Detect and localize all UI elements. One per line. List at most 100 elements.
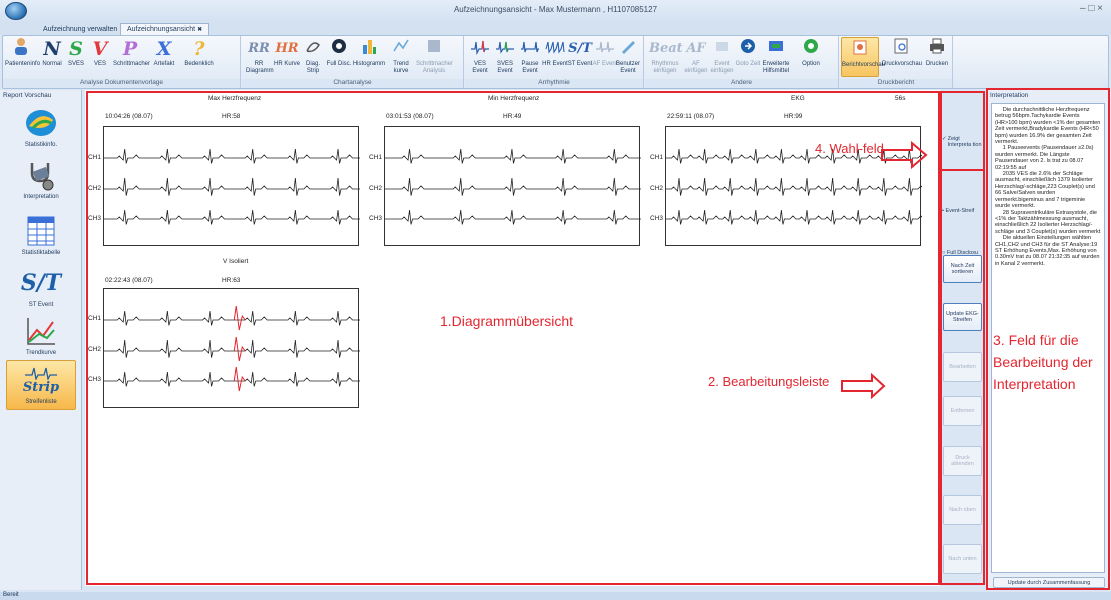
event-insert-button[interactable]: Event einfügen [709, 37, 735, 77]
ecg-trace [666, 209, 925, 225]
edit-button[interactable]: Bearbeiten [943, 352, 982, 382]
hr-event-button[interactable]: HR Event [542, 37, 568, 77]
tab-close-icon[interactable]: ✖ [197, 27, 202, 33]
pacemaker-button[interactable]: P Schrittmacher [113, 37, 150, 77]
channel-label: CH3 [650, 215, 664, 222]
ves-event-button[interactable]: VES Event [467, 37, 493, 77]
column-title-v-isolated: V Isoliert [223, 258, 249, 265]
ribbon: Patienteninfo N Normal S SVES V VES P Schrit… [2, 35, 1109, 89]
pause-event-button[interactable]: Pause Event [517, 37, 543, 77]
pacemaker-analysis-button[interactable]: Schrittmacher Analysis [416, 37, 453, 77]
ribbon-group-chart-analysis: RR RR Diagramm HR HR Kurve Diag. Strip Ful… [242, 36, 464, 88]
rr-diagram-button[interactable]: RR RR Diagramm [246, 37, 274, 77]
nav-item-strip-list[interactable]: Strip Streifenliste [6, 360, 76, 410]
ecg-ves-highlight [233, 336, 246, 362]
event-insert-icon [709, 37, 735, 61]
sves-button[interactable]: S SVES [63, 37, 89, 77]
annotation-label-1: 1.Diagrammübersicht [440, 313, 574, 329]
window-controls[interactable]: – □ × [1080, 3, 1103, 14]
print-preview-icon [882, 37, 920, 61]
nav-item-trend-curve[interactable]: Trendkurve [6, 314, 76, 356]
sort-by-time-button[interactable]: Nach Zeit sortieren [943, 255, 982, 283]
diag-strip-button[interactable]: Diag. Strip [300, 37, 326, 77]
normal-button[interactable]: N Normal [39, 37, 65, 77]
table-icon [23, 214, 59, 248]
print-button[interactable]: Drucken [923, 37, 951, 77]
questionable-button[interactable]: ? Bedenklich [181, 37, 217, 77]
tools-icon [759, 37, 793, 61]
st-event-button[interactable]: S/T ST Event [567, 37, 593, 77]
artifact-button[interactable]: X Artefakt [149, 37, 179, 77]
strip-hr: HR:49 [503, 113, 522, 120]
ecg-trace [104, 310, 360, 326]
nav-item-st-event[interactable]: S/T ST Event [6, 266, 76, 308]
report-preview-button[interactable]: Berichtvorschau [841, 37, 885, 77]
ecg-ves-highlight [233, 366, 246, 392]
event-strip-radio[interactable]: • Event-Streif [942, 208, 986, 214]
channel-label: CH1 [88, 154, 102, 161]
nav-item-statistics-info[interactable]: Statistikinfo. [6, 106, 76, 148]
nav-item-statistics-table[interactable]: Statistiktabelle [6, 214, 76, 256]
rhythm-insert-button[interactable]: Beat Rhythmus einfügen [649, 37, 683, 77]
option-icon [795, 37, 827, 61]
update-ekg-strips-button[interactable]: Update EKG-Streifen [943, 303, 982, 331]
pause-event-icon [517, 37, 543, 61]
sves-event-button[interactable]: SVES Event [492, 37, 518, 77]
edit-bar: ✓ Zeigt Interpreta tion • Event-Streif ○ … [940, 90, 985, 586]
hr-icon: HR [275, 41, 299, 56]
channel-label: CH2 [369, 185, 383, 192]
diagram-overview: Max Herzfrequenz Min Herzfrequenz EKG 56… [85, 90, 940, 586]
strip-time: 22:59:11 (08.07) [667, 113, 715, 120]
ecg-trace [104, 339, 360, 358]
remove-button[interactable]: Entfernen [943, 396, 982, 426]
option-button[interactable]: Option [795, 37, 827, 77]
column-title-min-hr: Min Herzfrequenz [488, 95, 540, 102]
beat-icon: Beat [649, 41, 683, 56]
tab-recording-manage[interactable]: Aufzeichnung verwalten [36, 23, 124, 35]
goto-time-button[interactable]: Goto Zeit [735, 37, 761, 77]
ecg-waveform [104, 305, 360, 392]
trend-curve-button[interactable]: Trend kurve [388, 37, 414, 77]
move-down-button[interactable]: Nach unten [943, 544, 982, 574]
status-bar: Bereit [0, 592, 1111, 600]
print-preview-button[interactable]: Druckvorschau [882, 37, 922, 77]
ves-button[interactable]: V VES [87, 37, 113, 77]
rr-icon: RR [248, 41, 270, 56]
channel-label: CH3 [88, 376, 102, 383]
hr-curve-button[interactable]: HR HR Kurve [274, 37, 300, 77]
trend-icon [388, 37, 414, 61]
patient-info-button[interactable]: Patienteninfo [5, 37, 40, 77]
strip-hr: HR:63 [222, 277, 241, 284]
update-summary-button[interactable]: Update durch Zusammenfassung [993, 577, 1105, 588]
af-insert-button[interactable]: AF AF einfügen [683, 37, 709, 77]
ecg-trace [385, 148, 641, 164]
column-title-max-hr: Max Herzfrequenz [208, 95, 262, 102]
full-disc-button[interactable]: Full Disc. [326, 37, 352, 77]
ecg-strip[interactable] [103, 288, 360, 408]
st-icon: S/T [20, 270, 62, 296]
ecg-strip[interactable] [384, 126, 641, 246]
column-title-ekg: EKG [791, 95, 805, 102]
p-icon: P [122, 38, 138, 60]
report-preview-panel: Report Vorschau Statistikinfo. Interpret… [0, 90, 82, 590]
nav-item-interpretation[interactable]: Interpretation [6, 158, 76, 200]
st-event-icon: S/T [568, 41, 592, 56]
window-title: Aufzeichnungsansicht - Max Mustermann , … [453, 5, 658, 14]
histogram-button[interactable]: Histogramm [352, 37, 386, 77]
ext-tools-button[interactable]: Erweiterte Hilfsmittel [759, 37, 793, 77]
ribbon-group-analysis-template: Patienteninfo N Normal S SVES V VES P Schrit… [3, 36, 241, 88]
trend-curve-icon [23, 314, 59, 348]
ecg-trace [385, 209, 641, 225]
ecg-trace [666, 177, 925, 196]
disc-icon [326, 37, 352, 61]
patient-icon [5, 37, 37, 61]
strip-time: 03:01:53 (08.07) [386, 113, 434, 120]
ecg-ves-highlight [233, 305, 246, 331]
pacemaker-analysis-icon [416, 37, 452, 61]
ecg-strip[interactable] [103, 126, 360, 246]
show-interpretation-checkbox[interactable]: ✓ Zeigt Interpreta tion [942, 136, 984, 148]
tab-recording-view[interactable]: Aufzeichnungsansicht ✖ [120, 23, 210, 35]
user-event-button[interactable]: Benutzer Event [615, 37, 641, 77]
print-hide-button[interactable]: Druck ablenden [943, 446, 982, 476]
move-up-button[interactable]: Nach oben [943, 495, 982, 525]
